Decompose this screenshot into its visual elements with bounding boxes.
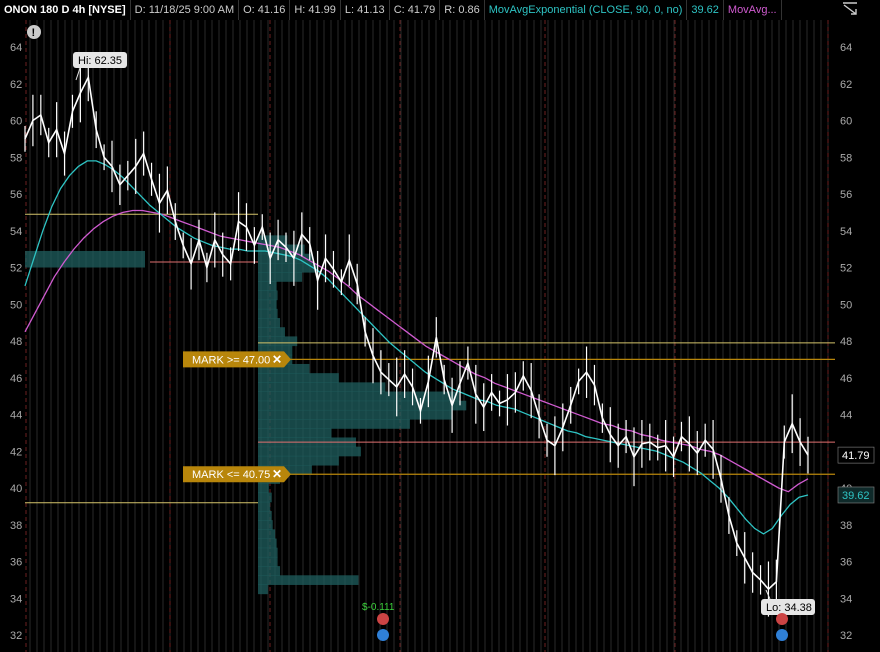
y-tick-label: 50 xyxy=(10,299,22,311)
volume-profile-bar xyxy=(258,290,278,301)
volume-profile-bar xyxy=(258,538,277,549)
y-tick-label: 40 xyxy=(10,483,22,495)
y-tick-label: 48 xyxy=(840,336,852,348)
earnings-icon[interactable] xyxy=(377,613,389,625)
volume-profile-bar xyxy=(258,501,271,512)
dividend-icon[interactable] xyxy=(776,629,788,641)
chart-background xyxy=(0,20,880,652)
ema-study-label[interactable]: MovAvgExponential (CLOSE, 90, 0, no) xyxy=(485,0,688,20)
y-tick-label: 52 xyxy=(840,263,852,275)
close-icon[interactable]: ✕ xyxy=(272,352,282,366)
alert-mark: ! xyxy=(32,27,36,39)
volume-profile-bar xyxy=(258,455,339,466)
y-tick-label: 64 xyxy=(840,42,852,54)
volume-profile-bar xyxy=(258,446,361,457)
order-label[interactable]: MARK <= 40.75 xyxy=(192,469,270,481)
y-tick-label: 42 xyxy=(10,446,22,458)
volume-profile-bar xyxy=(258,510,272,521)
price-chart[interactable]: MARK >= 47.00 ✕MARK <= 40.75 ✕32 3234 3436 36… xyxy=(0,20,880,652)
y-tick-label: 34 xyxy=(10,593,22,605)
y-tick-label: 38 xyxy=(840,520,852,532)
ema-study-value: 39.62 xyxy=(687,0,724,20)
y-tick-label: 60 xyxy=(10,116,22,128)
volume-profile-bar xyxy=(258,584,268,595)
y-tick-label: 36 xyxy=(10,557,22,569)
y-tick-label: 56 xyxy=(840,189,852,201)
y-tick-label: 60 xyxy=(840,116,852,128)
y-tick-label: 62 xyxy=(840,79,852,91)
volume-profile-bar xyxy=(258,520,273,530)
order-label[interactable]: MARK >= 47.00 xyxy=(192,354,270,366)
volume-profile-bar xyxy=(258,483,269,494)
y-tick-label: 44 xyxy=(840,410,852,422)
range-label: R: 0.86 xyxy=(440,0,485,20)
volume-profile-bar xyxy=(258,419,410,429)
volume-profile-bar xyxy=(258,373,339,383)
y-tick-label: 54 xyxy=(840,226,852,238)
y-tick-label: 52 xyxy=(10,263,22,275)
y-tick-label: 46 xyxy=(10,373,22,385)
volume-profile-bar xyxy=(258,547,278,558)
volume-profile-bar xyxy=(258,529,276,540)
y-tick-label: 58 xyxy=(840,152,852,164)
earnings-icon[interactable] xyxy=(776,613,788,625)
last-price-label: 41.79 xyxy=(842,450,870,462)
volume-profile-bar xyxy=(258,327,285,337)
y-tick-label: 38 xyxy=(10,520,22,532)
ma-study-label[interactable]: MovAvg... xyxy=(724,0,782,20)
volume-profile-bar xyxy=(258,492,272,503)
volume-profile-bar xyxy=(258,556,278,567)
volume-profile-bar xyxy=(25,250,145,268)
expand-icon[interactable] xyxy=(842,2,858,16)
date-label: D: 11/18/25 9:00 AM xyxy=(131,0,240,20)
open-label: O: 41.16 xyxy=(239,0,291,20)
hi-label: Hi: 62.35 xyxy=(78,55,122,67)
y-tick-label: 44 xyxy=(10,410,22,422)
close-label: C: 41.79 xyxy=(390,0,441,20)
volume-profile-bar xyxy=(258,382,386,393)
volume-profile-bar xyxy=(258,566,281,576)
volume-profile-bar xyxy=(258,336,298,347)
close-icon[interactable]: ✕ xyxy=(272,467,282,481)
chart-header: ONON 180 D 4h [NYSE] D: 11/18/25 9:00 AM… xyxy=(0,0,880,20)
y-tick-label: 56 xyxy=(10,189,22,201)
y-tick-label: 36 xyxy=(840,557,852,569)
volume-profile-bar xyxy=(258,428,332,438)
y-tick-label: 64 xyxy=(10,42,22,54)
y-tick-label: 54 xyxy=(10,226,22,238)
volume-profile-bar xyxy=(258,318,281,328)
low-label: L: 41.13 xyxy=(341,0,390,20)
y-tick-label: 58 xyxy=(10,152,22,164)
ema-price-label: 39.62 xyxy=(842,490,870,502)
dividend-icon[interactable] xyxy=(377,629,389,641)
y-tick-label: 32 xyxy=(10,630,22,642)
volume-profile-bar xyxy=(258,272,303,282)
dividend-label: $-0.111 xyxy=(362,602,395,613)
y-tick-label: 46 xyxy=(840,373,852,385)
y-tick-label: 32 xyxy=(840,630,852,642)
y-tick-label: 50 xyxy=(840,299,852,311)
volume-profile-bar xyxy=(258,575,359,585)
y-tick-label: 34 xyxy=(840,593,852,605)
high-label: H: 41.99 xyxy=(290,0,341,20)
symbol-label[interactable]: ONON 180 D 4h [NYSE] xyxy=(0,0,131,20)
y-tick-label: 62 xyxy=(10,79,22,91)
volume-profile-bar xyxy=(258,308,278,319)
lo-label: Lo: 34.38 xyxy=(766,602,812,614)
y-tick-label: 48 xyxy=(10,336,22,348)
volume-profile-bar xyxy=(258,409,452,420)
volume-profile-bar xyxy=(258,299,277,310)
volume-profile-bar xyxy=(258,400,467,411)
volume-profile-bar xyxy=(258,281,277,291)
